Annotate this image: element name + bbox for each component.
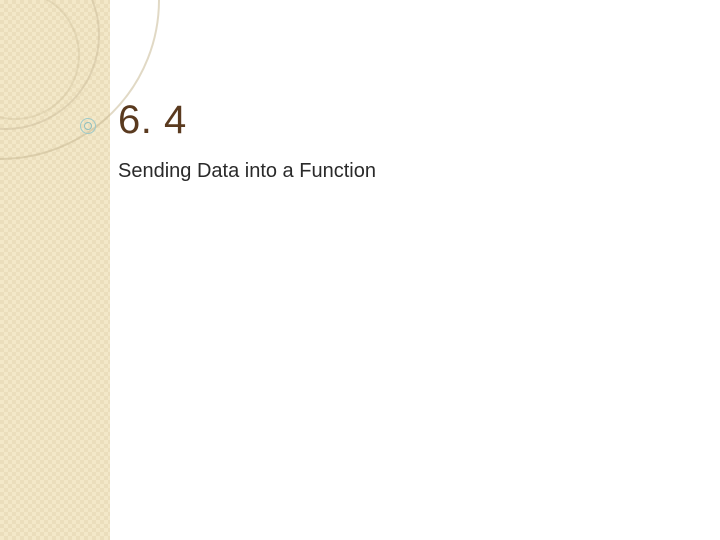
title-bullet-icon: [80, 118, 96, 134]
slide-title: 6. 4: [118, 98, 187, 143]
slide-subtitle: Sending Data into a Function: [118, 160, 376, 183]
